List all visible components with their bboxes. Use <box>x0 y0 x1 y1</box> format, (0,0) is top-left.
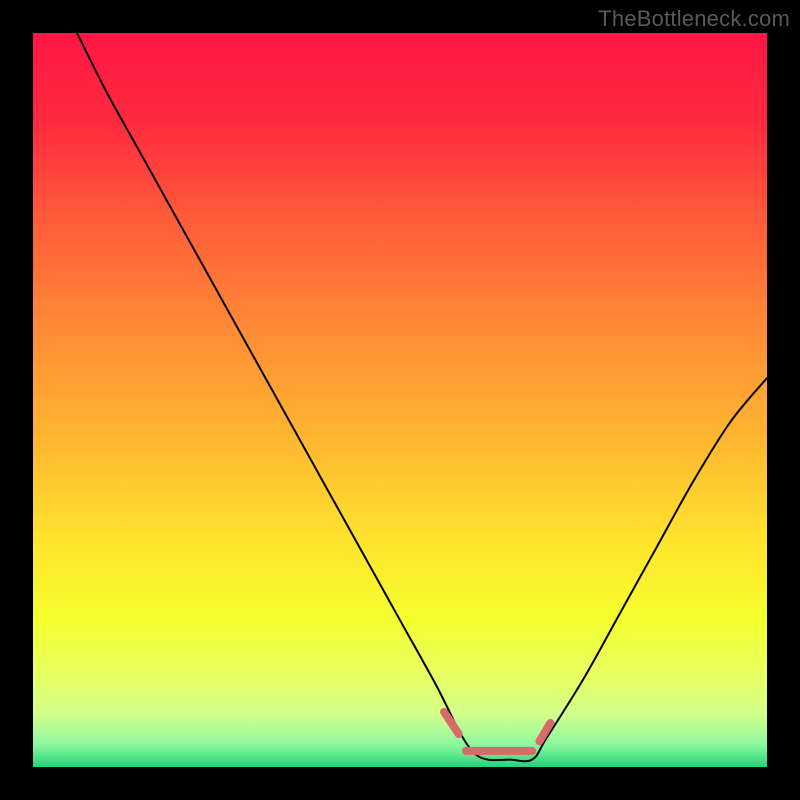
optimal-range-marker <box>444 712 550 751</box>
chart-curve-layer <box>33 33 767 767</box>
chart-plot-area <box>33 33 767 767</box>
bottleneck-curve <box>77 33 767 761</box>
watermark-text: TheBottleneck.com <box>598 6 790 32</box>
